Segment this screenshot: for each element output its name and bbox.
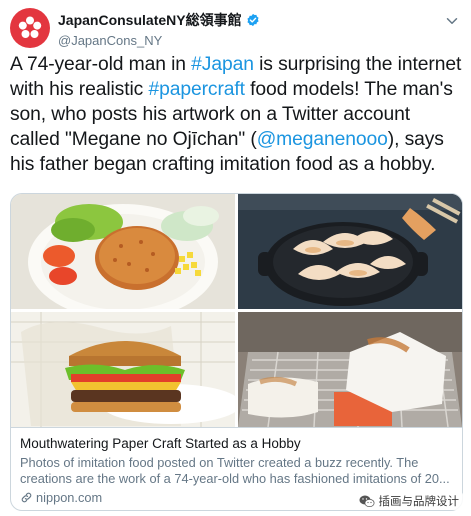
sakura-logo-icon: [18, 16, 42, 38]
avatar[interactable]: [10, 8, 50, 48]
card-domain-text: nippon.com: [36, 490, 103, 505]
tweet-text: A 74-year-old man in #Japan is surprisin…: [10, 52, 465, 177]
card-description: Photos of imitation food posted on Twitt…: [20, 455, 450, 486]
chevron-down-icon[interactable]: [443, 12, 461, 30]
hashtag-link[interactable]: #Japan: [191, 54, 254, 75]
photo-gyoza-skillet[interactable]: [238, 194, 462, 309]
photo-cheeseburger[interactable]: [11, 312, 235, 427]
photo-grilled-fish-on-rack[interactable]: [238, 312, 462, 427]
photo-fried-cutlet-plate[interactable]: [11, 194, 235, 309]
link-icon: [21, 492, 32, 503]
display-name[interactable]: JapanConsulateNY総領事館: [58, 10, 242, 30]
hashtag-link[interactable]: #papercraft: [148, 79, 245, 100]
card-domain: nippon.com: [20, 490, 102, 505]
mention-link[interactable]: @meganenooo: [257, 129, 388, 150]
verified-badge-icon: [247, 13, 259, 27]
user-handle[interactable]: @JapanCons_NY: [58, 33, 260, 48]
card-media-grid[interactable]: [11, 194, 462, 427]
author-names: JapanConsulateNY総領事館 @JapanCons_NY: [58, 10, 260, 48]
tweet-header: JapanConsulateNY総領事館 @JapanCons_NY: [10, 8, 461, 48]
wechat-watermark: 插画与品牌设计: [354, 492, 463, 510]
watermark-text: 插画与品牌设计: [378, 496, 460, 508]
tweet-text-segment: A 74-year-old man in: [10, 54, 192, 75]
wechat-icon: [359, 495, 374, 507]
link-card[interactable]: Mouthwatering Paper Craft Started as a H…: [10, 193, 463, 511]
card-title: Mouthwatering Paper Craft Started as a H…: [20, 436, 301, 451]
